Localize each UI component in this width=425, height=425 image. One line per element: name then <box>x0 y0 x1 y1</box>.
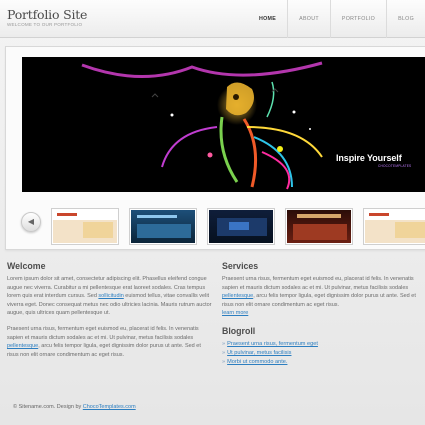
footer: © Sitename.com. Design by ChocoTemplates… <box>13 404 136 410</box>
services-paragraph: Praesent urna risus, fermentum eget euis… <box>222 276 416 317</box>
arrow-left-icon: ◀ <box>27 217 35 226</box>
prev-button[interactable]: ◀ <box>21 212 41 232</box>
thumbnail-4[interactable] <box>285 208 353 245</box>
sollicitudin-link[interactable]: sollicitudin <box>98 293 123 299</box>
services-heading: Services <box>222 261 259 271</box>
hero-artwork <box>22 57 425 192</box>
welcome-paragraph-2: Praesent urna risus, fermentum eget euis… <box>7 325 201 358</box>
hero-caption-sub: CHOCOTEMPLATES <box>378 164 412 168</box>
logo[interactable]: Portfolio Site WELCOME TO OUR PORTFOLIO <box>7 8 87 27</box>
thumbnail-5[interactable] <box>363 208 425 245</box>
welcome-paragraph-1: Lorem ipsum dolor sit amet, consectetur … <box>7 276 212 317</box>
thumbnail-2[interactable] <box>129 208 197 245</box>
blogroll-item[interactable]: » Ut pulvinar, metus facilisis <box>222 349 425 358</box>
welcome-heading: Welcome <box>7 261 46 271</box>
nav-item-portfolio[interactable]: PORTFOLIO <box>329 0 386 38</box>
nav-item-blog[interactable]: BLOG <box>386 0 425 38</box>
footer-copyright: © Sitename.com. Design by <box>13 404 83 410</box>
hero-caption: Inspire Yourself <box>336 153 402 163</box>
site-title[interactable]: Portfolio Site <box>7 8 87 21</box>
thumbnail-3[interactable] <box>207 208 275 245</box>
thumbnail-1[interactable] <box>51 208 119 245</box>
pellentesque-link[interactable]: pellentesque <box>7 343 38 349</box>
blogroll-heading: Blogroll <box>222 325 256 336</box>
nav-item-about[interactable]: ABOUT <box>287 0 330 38</box>
thumbnail-strip: ◀ <box>6 202 425 245</box>
learn-more-link[interactable]: learn more <box>222 310 248 316</box>
footer-designer-link[interactable]: ChocoTemplates.com <box>83 404 136 410</box>
blogroll-item[interactable]: » Morbi ut commodo ante. <box>222 358 425 367</box>
slider-panel: Inspire Yourself CHOCOTEMPLATES ◀ <box>5 46 425 250</box>
header: Portfolio Site WELCOME TO OUR PORTFOLIO … <box>0 0 425 38</box>
main-nav: HOME ABOUT PORTFOLIO BLOG <box>248 0 425 38</box>
hero-image[interactable]: Inspire Yourself CHOCOTEMPLATES <box>22 57 425 192</box>
nav-item-home[interactable]: HOME <box>248 0 287 38</box>
site-subtitle: WELCOME TO OUR PORTFOLIO <box>7 22 83 27</box>
blogroll-item[interactable]: » Praesent urna risus, fermentum eget <box>222 340 425 349</box>
services-pellentesque-link[interactable]: pellentesque <box>222 293 253 299</box>
blogroll-list: » Praesent urna risus, fermentum eget » Ut… <box>222 340 425 367</box>
sidebar: Services Praesent urna risus, fermentum … <box>222 261 425 367</box>
welcome-section: Welcome Lorem ipsum dolor sit amet, cons… <box>7 261 212 366</box>
